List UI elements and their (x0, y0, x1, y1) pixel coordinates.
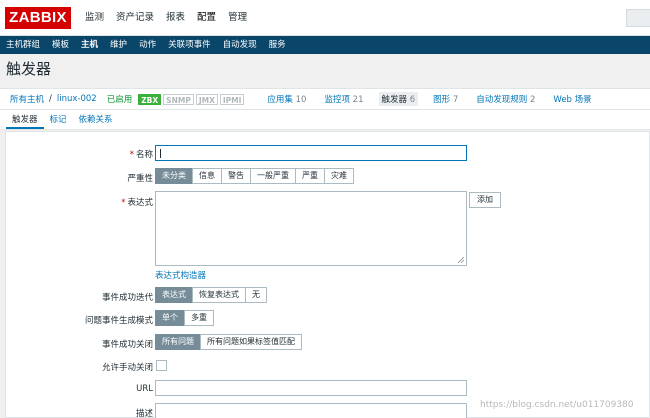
severity-high[interactable]: 严重 (295, 168, 325, 184)
triggers-link[interactable]: 触发器 6 (378, 92, 419, 106)
tab-dependencies[interactable]: 依赖关系 (73, 110, 119, 129)
host-navigation: 所有主机 / linux-002 已启用 ZBX SNMP JMX IPMI 应… (0, 88, 650, 110)
ok-close-label: 事件成功关闭 (101, 340, 153, 350)
items-link[interactable]: 监控项 21 (321, 92, 366, 106)
url-label: URL (136, 384, 153, 394)
discovery-rules-label[interactable]: 自动发现规则 (476, 95, 527, 105)
url-field[interactable] (155, 380, 467, 396)
severity-disaster[interactable]: 灾难 (324, 168, 354, 184)
required-marker: * (129, 150, 134, 160)
ok-close-tag-match[interactable]: 所有问题如果标签值匹配 (200, 334, 302, 350)
name-field[interactable] (155, 145, 467, 161)
name-label-text: 名称 (135, 150, 153, 160)
manual-close-checkbox[interactable] (156, 360, 167, 371)
subnav-discovery[interactable]: 自动发现 (217, 36, 263, 54)
jmx-availability-badge: JMX (195, 93, 218, 105)
ok-close-selector: 所有问题 所有问题如果标签值匹配 (155, 334, 302, 350)
add-button[interactable]: 添加 (469, 192, 501, 208)
all-hosts-link[interactable]: 所有主机 (10, 93, 44, 105)
tab-trigger[interactable]: 触发器 (6, 110, 44, 129)
ok-event-label: 事件成功迭代 (101, 293, 153, 303)
subnav-actions[interactable]: 动作 (133, 36, 162, 54)
items-label[interactable]: 监控项 (324, 95, 350, 105)
applications-link[interactable]: 应用集 10 (264, 92, 309, 106)
graphs-count: 7 (452, 95, 459, 105)
graphs-label[interactable]: 图形 (433, 95, 450, 105)
breadcrumb-separator: / (49, 94, 52, 104)
description-textarea[interactable] (155, 403, 467, 418)
severity-label: 严重性 (127, 174, 153, 184)
severity-warning[interactable]: 警告 (221, 168, 251, 184)
form-tabs: 触发器 标记 依赖关系 (0, 110, 650, 130)
nav-configuration[interactable]: 配置 (191, 0, 222, 36)
discovery-rules-link[interactable]: 自动发现规则 2 (473, 92, 538, 106)
graphs-link[interactable]: 图形 7 (430, 92, 461, 106)
ok-event-recovery-expression[interactable]: 恢复表达式 (192, 287, 246, 303)
subnav-hosts[interactable]: 主机 (75, 36, 104, 54)
discovery-rules-count: 2 (530, 95, 536, 105)
text-caret (160, 149, 161, 158)
expression-label-text: 表达式 (127, 198, 153, 208)
search-input[interactable] (626, 9, 650, 27)
items-count: 21 (352, 95, 364, 105)
problem-mode-selector: 单个 多重 (155, 310, 214, 326)
trigger-form: * 名称 严重性 未分类 信息 警告 一般严重 严重 灾难 * 表达式 添加 表达式… (5, 131, 650, 418)
problem-mode-multiple[interactable]: 多重 (184, 310, 214, 326)
severity-not-classified[interactable]: 未分类 (155, 168, 193, 184)
description-label: 描述 (135, 409, 153, 418)
subnav-templates[interactable]: 模板 (46, 36, 75, 54)
expression-label: * 表达式 (121, 196, 153, 208)
tab-tags[interactable]: 标记 (44, 110, 73, 129)
watermark: https://blog.csdn.net/u011709380 (480, 400, 634, 410)
host-sub-links: 应用集 10 监控项 21 触发器 6 图形 7 自动发现规则 2 Web 场景 (252, 92, 594, 106)
severity-information[interactable]: 信息 (192, 168, 222, 184)
host-link[interactable]: linux-002 (57, 94, 97, 104)
severity-average[interactable]: 一般严重 (250, 168, 296, 184)
nav-inventory[interactable]: 资产记录 (110, 0, 160, 36)
host-status[interactable]: 已启用 (107, 93, 133, 105)
applications-count: 10 (295, 95, 307, 105)
top-header: ZABBIX 监测 资产记录 报表 配置 管理 (0, 0, 650, 36)
web-scenarios-label[interactable]: Web 场景 (553, 95, 591, 105)
triggers-count: 6 (409, 95, 416, 105)
resize-handle-icon[interactable] (458, 257, 464, 263)
expression-textarea[interactable] (155, 191, 467, 266)
main-nav: 监测 资产记录 报表 配置 管理 (79, 0, 253, 36)
web-scenarios-link[interactable]: Web 场景 (550, 92, 594, 106)
subnav-maintenance[interactable]: 维护 (104, 36, 133, 54)
expression-builder-link[interactable]: 表达式构造器 (155, 269, 206, 281)
subnav-services[interactable]: 服务 (263, 36, 292, 54)
zbx-availability-badge: ZBX (138, 93, 162, 105)
problem-mode-single[interactable]: 单个 (155, 310, 185, 326)
required-marker: * (121, 198, 126, 208)
severity-selector: 未分类 信息 警告 一般严重 严重 灾难 (155, 168, 354, 184)
subnav-host-groups[interactable]: 主机群组 (0, 36, 46, 54)
nav-monitoring[interactable]: 监测 (79, 0, 110, 36)
sub-nav: 主机群组 模板 主机 维护 动作 关联项事件 自动发现 服务 (0, 36, 650, 54)
ok-event-none[interactable]: 无 (245, 287, 267, 303)
ok-close-all-problems[interactable]: 所有问题 (155, 334, 201, 350)
name-label: * 名称 (130, 148, 153, 160)
page-title: 触发器 (0, 54, 650, 85)
nav-administration[interactable]: 管理 (222, 0, 253, 36)
applications-label[interactable]: 应用集 (267, 95, 293, 105)
ok-event-selector: 表达式 恢复表达式 无 (155, 287, 267, 303)
ipmi-availability-badge: IPMI (219, 93, 245, 105)
zabbix-logo[interactable]: ZABBIX (5, 7, 71, 29)
nav-reports[interactable]: 报表 (160, 0, 191, 36)
manual-close-label: 允许手动关闭 (101, 363, 153, 373)
subnav-correlation[interactable]: 关联项事件 (162, 36, 217, 54)
problem-mode-label: 问题事件生成模式 (84, 316, 153, 326)
triggers-label[interactable]: 触发器 (382, 95, 408, 105)
snmp-availability-badge: SNMP (163, 93, 194, 105)
ok-event-expression[interactable]: 表达式 (155, 287, 193, 303)
